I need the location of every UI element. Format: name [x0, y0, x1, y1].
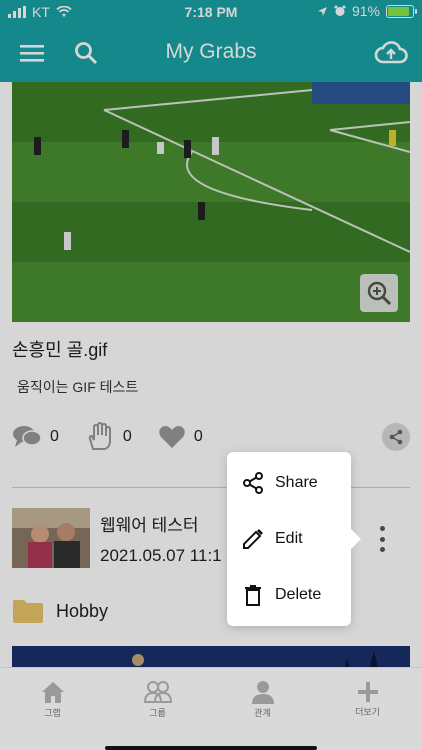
cloud-upload-icon[interactable] [374, 38, 408, 68]
location-icon [317, 6, 327, 16]
status-bar: KT 7:18 PM 91% [0, 0, 422, 24]
menu-item-edit[interactable]: Edit [227, 514, 351, 564]
tab-label: 그룹 [149, 707, 166, 718]
tab-group[interactable]: 그룹 [105, 668, 210, 730]
feed-content: 손흥민 골.gif 움직이는 GIF 테스트 0 0 0 웹웨어 테스터 202… [0, 82, 422, 667]
menu-item-label: Edit [275, 530, 303, 547]
grabs-count: 0 [122, 428, 132, 445]
author-avatar[interactable] [12, 508, 90, 568]
likes-count: 0 [193, 428, 203, 445]
context-menu: Share Edit Delete [227, 452, 361, 626]
post-share-button[interactable] [382, 423, 410, 451]
battery-charging-icon [386, 4, 417, 18]
tab-bar: 그랩 그룹 관계 더보기 [0, 667, 422, 750]
post-date: 2021.05.07 11:1 [100, 546, 222, 565]
post-stats: 0 0 0 [12, 422, 229, 452]
menu-item-label: Share [275, 474, 318, 491]
plus-icon [357, 681, 378, 702]
menu-item-label: Delete [275, 586, 322, 603]
more-options-icon[interactable] [372, 523, 392, 555]
zoom-in-icon[interactable] [360, 274, 398, 312]
tab-label: 관계 [254, 707, 271, 718]
page-title: My Grabs [165, 40, 257, 63]
menu-item-delete[interactable]: Delete [227, 570, 351, 620]
tab-relation[interactable]: 관계 [210, 668, 315, 730]
comments-count: 0 [50, 428, 59, 445]
folder-row[interactable]: Hobby [12, 598, 108, 624]
post-title: 손흥민 골.gif [12, 340, 108, 360]
home-indicator [105, 746, 317, 750]
grabs-stat[interactable]: 0 [85, 422, 132, 452]
folder-label: Hobby [56, 600, 109, 621]
post-description: 움직이는 GIF 테스트 [17, 379, 139, 395]
group-icon [143, 680, 172, 703]
heart-icon [159, 426, 185, 448]
comments-stat[interactable]: 0 [12, 424, 59, 450]
home-icon [41, 681, 64, 703]
menu-item-share[interactable]: Share [227, 458, 351, 508]
share-icon [243, 472, 263, 494]
battery-percent: 91% [351, 3, 380, 19]
comments-icon [13, 426, 42, 447]
pencil-icon [243, 529, 263, 549]
next-post-image[interactable] [12, 646, 410, 667]
alarm-icon [334, 5, 346, 16]
trash-icon [245, 585, 261, 606]
app-header: My Grabs [0, 24, 422, 82]
folder-icon [13, 600, 43, 623]
author-name: 웹웨어 테스터 [100, 516, 199, 535]
tab-grab[interactable]: 그랩 [0, 668, 105, 730]
hand-icon [88, 422, 111, 450]
tab-more[interactable]: 더보기 [315, 668, 420, 730]
tab-label: 더보기 [355, 706, 380, 717]
person-icon [251, 680, 274, 704]
post-image[interactable] [12, 82, 410, 322]
likes-stat[interactable]: 0 [158, 425, 203, 449]
share-icon [389, 429, 403, 445]
tab-label: 그랩 [44, 707, 61, 718]
soccer-field-image [12, 82, 410, 322]
